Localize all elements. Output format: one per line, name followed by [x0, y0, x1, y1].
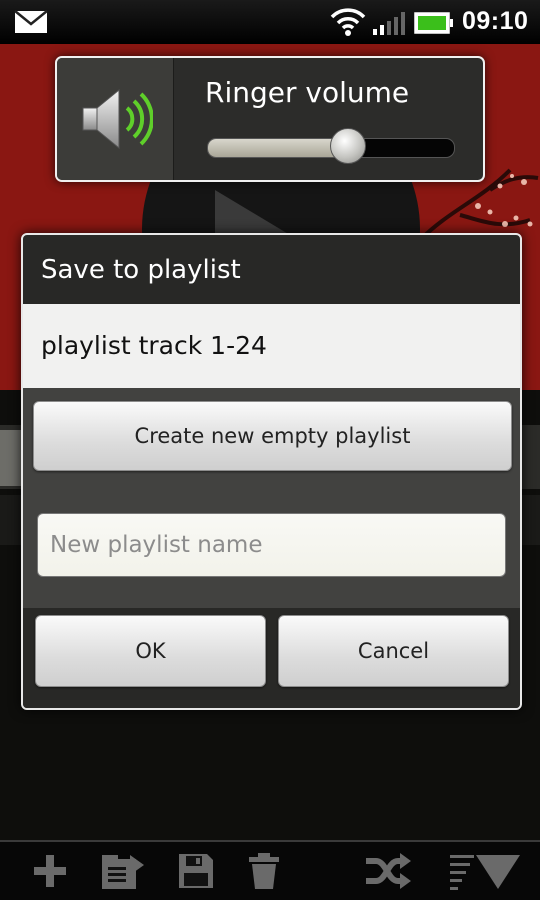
- battery-icon: [414, 12, 453, 34]
- volume-title: Ringer volume: [205, 76, 410, 109]
- playlist-list: playlist track 1-24: [23, 304, 520, 388]
- clock: 09:10: [462, 7, 529, 35]
- shuffle-icon[interactable]: [364, 851, 412, 891]
- playlist-item[interactable]: playlist track 1-24: [41, 331, 267, 360]
- volume-slider-fill: [208, 139, 349, 157]
- signal-icon: [373, 12, 405, 35]
- volume-slider-thumb[interactable]: [330, 128, 367, 164]
- track-row-marker: [0, 430, 22, 486]
- save-to-playlist-dialog: Save to playlist playlist track 1-24 Cre…: [21, 233, 522, 710]
- status-bar: 09:10: [0, 0, 540, 44]
- wifi-icon: [330, 8, 366, 36]
- speaker-icon: [82, 88, 153, 150]
- save-icon[interactable]: [176, 851, 216, 891]
- sort-down-icon[interactable]: [448, 851, 524, 891]
- ok-button[interactable]: OK: [35, 615, 266, 687]
- cancel-button[interactable]: Cancel: [278, 615, 509, 687]
- create-new-playlist-button[interactable]: Create new empty playlist: [33, 401, 512, 471]
- mail-icon: [14, 10, 48, 33]
- trash-icon[interactable]: [246, 851, 282, 891]
- add-icon[interactable]: [30, 851, 70, 891]
- dialog-title: Save to playlist: [41, 255, 241, 285]
- screen: 09:10 Ringer volume Save to playlist pla…: [0, 0, 540, 900]
- volume-panel: Ringer volume: [55, 56, 485, 182]
- export-icon[interactable]: [100, 851, 146, 891]
- bottom-toolbar: [0, 842, 540, 900]
- new-playlist-name-input[interactable]: [37, 513, 506, 577]
- volume-icon-box: [57, 58, 174, 180]
